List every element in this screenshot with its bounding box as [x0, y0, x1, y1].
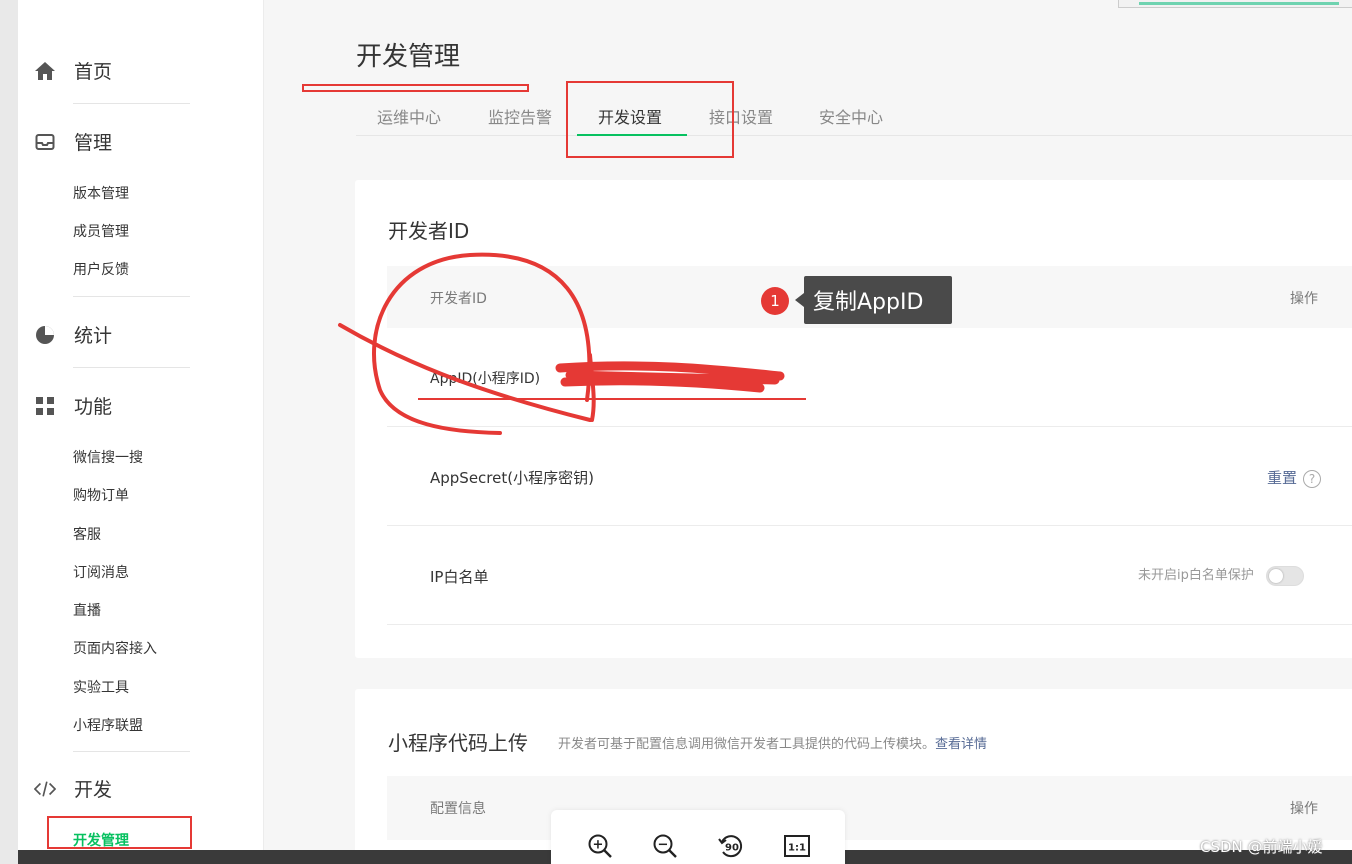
- svg-text:1:1: 1:1: [788, 843, 806, 854]
- zoom-in-icon: +: [588, 834, 612, 858]
- ip-whitelist-toggle[interactable]: [1265, 565, 1304, 586]
- column-header: 配置信息: [430, 801, 486, 817]
- rotate-button[interactable]: 90: [717, 832, 745, 860]
- sidebar-item-orders[interactable]: 购物订单: [73, 485, 129, 505]
- help-icon[interactable]: ?: [1303, 469, 1322, 488]
- rotate-icon: 90: [718, 835, 743, 858]
- sidebar-item-label: 开发: [74, 779, 113, 801]
- table-header: 配置信息 操作: [387, 776, 1352, 840]
- sidebar-item-live[interactable]: 直播: [73, 600, 101, 620]
- annotation-box-tab: [566, 81, 734, 158]
- zoom-out-icon: −: [653, 834, 677, 858]
- svg-text:90: 90: [725, 843, 739, 854]
- ip-whitelist-label: IP白名单: [430, 568, 489, 586]
- sidebar-item-experiment[interactable]: 实验工具: [73, 677, 129, 697]
- card-title: 开发者ID: [388, 219, 470, 243]
- image-viewer-toolbar: + − 90 1:1: [551, 810, 845, 864]
- tab-security[interactable]: 安全中心: [819, 104, 883, 128]
- appid-label: AppID(小程序ID): [430, 371, 541, 387]
- sidebar-item-wechat-search[interactable]: 微信搜一搜: [73, 447, 143, 467]
- sidebar-item-label: 统计: [74, 325, 113, 347]
- table-row-appid: AppID(小程序ID): [387, 328, 1352, 427]
- sidebar-item-label: 功能: [74, 396, 113, 418]
- reset-link[interactable]: 重置: [1267, 469, 1297, 487]
- zoom-in-button[interactable]: +: [586, 832, 614, 860]
- svg-text:−: −: [658, 838, 669, 853]
- inbox-icon: [34, 131, 56, 153]
- svg-text:+: +: [593, 838, 604, 853]
- sidebar-item-stats[interactable]: 统计: [34, 321, 112, 348]
- sidebar-item-alliance[interactable]: 小程序联盟: [73, 715, 143, 735]
- main-content: 开发管理 运维中心 监控告警 开发设置 接口设置 安全中心 开发者ID 开发者I…: [264, 0, 1352, 864]
- sidebar-item-page-content[interactable]: 页面内容接入: [73, 638, 157, 658]
- ip-whitelist-control: 未开启ip白名单保护: [1138, 564, 1304, 586]
- tab-ops[interactable]: 运维中心: [377, 104, 441, 128]
- divider: [73, 296, 190, 297]
- pie-chart-icon: [34, 324, 56, 346]
- table-row-appsecret: AppSecret(小程序密钥) 重置?: [387, 427, 1352, 526]
- column-header: 操作: [1290, 291, 1318, 307]
- step-badge: 1: [761, 287, 789, 315]
- divider: [73, 367, 190, 368]
- description-text: 开发者可基于配置信息调用微信开发者工具提供的代码上传模块。: [558, 737, 936, 752]
- ip-whitelist-status: 未开启ip白名单保护: [1138, 568, 1254, 583]
- view-details-link[interactable]: 查看详情: [935, 737, 987, 752]
- divider: [73, 103, 190, 104]
- tab-monitoring[interactable]: 监控告警: [488, 104, 552, 128]
- developer-id-card: 开发者ID 开发者ID 操作 AppID(小程序ID) AppSecret(小程…: [355, 180, 1352, 658]
- sidebar-item-version[interactable]: 版本管理: [73, 183, 129, 203]
- appsecret-label: AppSecret(小程序密钥): [430, 469, 594, 487]
- card-description: 开发者可基于配置信息调用微信开发者工具提供的代码上传模块。查看详情: [558, 733, 987, 752]
- sidebar: 首页 管理 版本管理 成员管理 用户反馈 统计 功能 微信搜一搜 购物订单 客服…: [18, 0, 264, 864]
- appsecret-action: 重置?: [1267, 467, 1322, 488]
- table-row-ip-whitelist: IP白名单 未开启ip白名单保护: [387, 526, 1352, 625]
- divider: [73, 751, 190, 752]
- sidebar-item-develop[interactable]: 开发: [34, 775, 112, 802]
- code-icon: [34, 778, 56, 800]
- sidebar-item-manage[interactable]: 管理: [34, 128, 112, 155]
- sidebar-item-features[interactable]: 功能: [34, 392, 112, 419]
- card-title: 小程序代码上传: [388, 731, 528, 755]
- tab-bar: 运维中心 监控告警 开发设置 接口设置 安全中心: [356, 94, 1352, 136]
- outer-left-strip: [0, 0, 18, 864]
- annotation-box-sidebar: [47, 816, 192, 849]
- watermark: CSDN @前端小媛: [1200, 838, 1323, 856]
- actual-size-button[interactable]: 1:1: [783, 832, 811, 860]
- home-icon: [34, 60, 56, 82]
- column-header: 操作: [1290, 801, 1318, 817]
- sidebar-item-service[interactable]: 客服: [73, 524, 101, 544]
- column-header: 开发者ID: [430, 291, 487, 307]
- sidebar-item-feedback[interactable]: 用户反馈: [73, 259, 129, 279]
- copy-appid-tooltip: 复制AppID: [795, 276, 952, 324]
- zoom-out-button[interactable]: −: [651, 832, 679, 860]
- sidebar-item-home[interactable]: 首页: [34, 57, 112, 84]
- sidebar-item-label: 管理: [74, 132, 113, 154]
- actual-size-icon: 1:1: [784, 835, 810, 857]
- sidebar-item-members[interactable]: 成员管理: [73, 221, 129, 241]
- sidebar-item-subscribe[interactable]: 订阅消息: [73, 562, 129, 582]
- page-title: 开发管理: [356, 42, 461, 72]
- grid-icon: [34, 395, 56, 417]
- sidebar-item-label: 首页: [74, 61, 113, 83]
